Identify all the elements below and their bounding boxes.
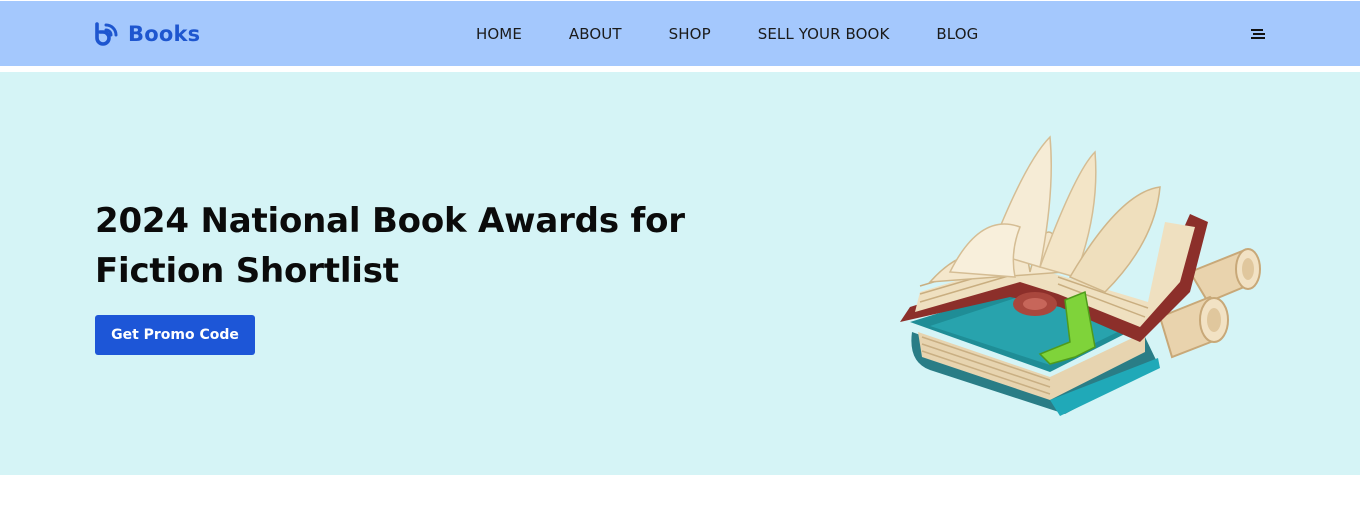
nav-item-home[interactable]: HOME xyxy=(476,25,522,43)
nav-item-about[interactable]: ABOUT xyxy=(569,25,622,43)
page: Books HOME ABOUT SHOP SELL YOUR BOOK BLO… xyxy=(0,0,1360,523)
hamburger-menu-icon xyxy=(1251,29,1265,39)
top-navbar: Books HOME ABOUT SHOP SELL YOUR BOOK BLO… xyxy=(0,1,1360,66)
nav-item-shop[interactable]: SHOP xyxy=(669,25,711,43)
get-promo-code-button[interactable]: Get Promo Code xyxy=(95,315,255,355)
rss-book-icon xyxy=(95,22,118,46)
nav-item-blog[interactable]: BLOG xyxy=(936,25,978,43)
main-nav: HOME ABOUT SHOP SELL YOUR BOOK BLOG xyxy=(476,1,978,66)
brand-name: Books xyxy=(128,22,201,46)
nav-item-sell-your-book[interactable]: SELL YOUR BOOK xyxy=(758,25,890,43)
hero-title: 2024 National Book Awards for Fiction Sh… xyxy=(95,201,685,291)
hero-banner: 2024 National Book Awards for Fiction Sh… xyxy=(0,72,1360,475)
open-book-stack-illustration xyxy=(900,135,1261,416)
brand-logo-link[interactable]: Books xyxy=(94,21,200,47)
menu-toggle-button[interactable] xyxy=(1249,26,1267,42)
